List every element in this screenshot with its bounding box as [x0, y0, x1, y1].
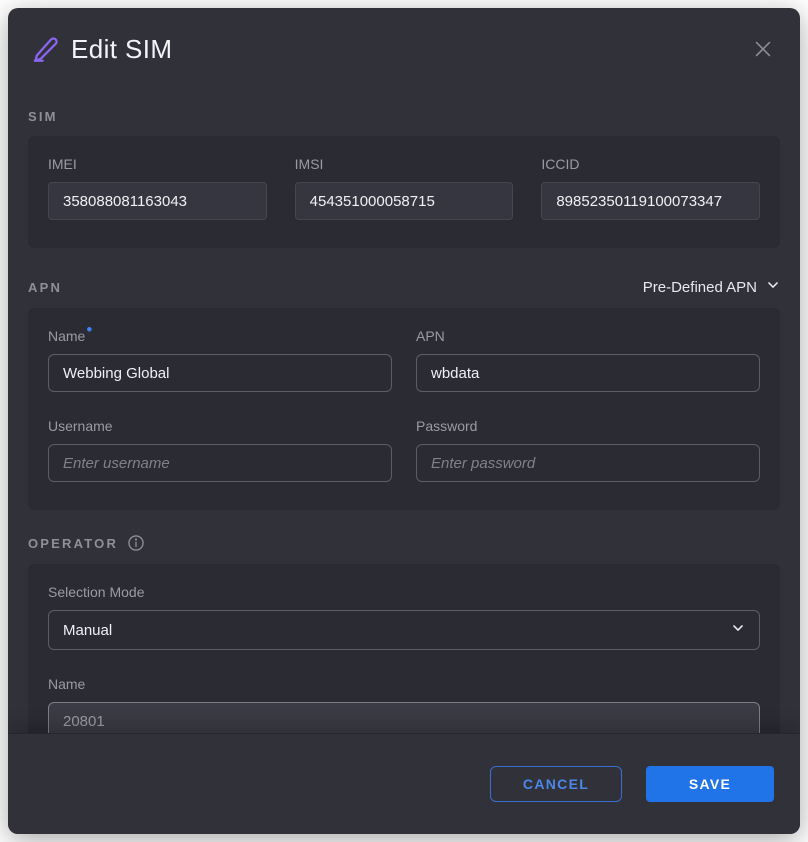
cancel-button[interactable]: CANCEL: [490, 766, 622, 802]
predefined-apn-toggle[interactable]: Pre-Defined APN: [643, 278, 780, 296]
iccid-input[interactable]: [541, 182, 760, 220]
selection-mode-select[interactable]: Manual: [48, 610, 760, 650]
imsi-field-group: IMSI: [295, 156, 514, 220]
apn-name-label: Name: [48, 328, 85, 344]
selection-mode-label: Selection Mode: [48, 584, 145, 600]
operator-name-label: Name: [48, 676, 85, 692]
imei-input[interactable]: [48, 182, 267, 220]
chevron-down-icon: [766, 278, 780, 296]
modal-content: Edit SIM SIM IMEI IMSI ICCID: [8, 8, 800, 834]
edit-sim-modal: Edit SIM SIM IMEI IMSI ICCID: [8, 8, 800, 834]
apn-section-header: APN Pre-Defined APN: [28, 278, 780, 296]
apn-name-input[interactable]: [48, 354, 392, 392]
imsi-label: IMSI: [295, 156, 324, 172]
password-field-group: Password: [416, 418, 760, 482]
close-icon: [752, 48, 774, 63]
imei-label: IMEI: [48, 156, 77, 172]
edit-pencil-icon: [32, 36, 59, 63]
modal-header: Edit SIM: [28, 8, 780, 65]
username-input[interactable]: [48, 444, 392, 482]
operator-name-field-group: Name: [48, 676, 760, 740]
iccid-field-group: ICCID: [541, 156, 760, 220]
imsi-input[interactable]: [295, 182, 514, 220]
modal-footer: CANCEL SAVE: [8, 733, 800, 834]
info-button[interactable]: [127, 534, 145, 552]
iccid-label: ICCID: [541, 156, 579, 172]
operator-section-label: OPERATOR: [28, 536, 118, 551]
modal-title: Edit SIM: [71, 34, 172, 65]
apn-apn-label: APN: [416, 328, 445, 344]
selection-mode-field-group: Selection Mode Manual: [48, 584, 760, 650]
chevron-down-icon: [731, 621, 745, 639]
username-label: Username: [48, 418, 113, 434]
sim-panel: IMEI IMSI ICCID: [28, 136, 780, 248]
imei-field-group: IMEI: [48, 156, 267, 220]
password-label: Password: [416, 418, 477, 434]
apn-apn-field-group: APN: [416, 328, 760, 392]
apn-apn-input[interactable]: [416, 354, 760, 392]
password-input[interactable]: [416, 444, 760, 482]
save-button[interactable]: SAVE: [646, 766, 774, 802]
close-button[interactable]: [748, 34, 778, 64]
apn-name-field-group: Name•: [48, 328, 392, 392]
username-field-group: Username: [48, 418, 392, 482]
apn-section-label: APN: [28, 280, 62, 295]
sim-section-label: SIM: [28, 109, 780, 124]
info-icon: [127, 540, 145, 555]
apn-panel: Name• APN Username Password: [28, 308, 780, 510]
required-marker: •: [86, 320, 92, 339]
operator-section-header: OPERATOR: [28, 534, 780, 552]
selection-mode-value: Manual: [63, 622, 112, 639]
predefined-apn-label: Pre-Defined APN: [643, 279, 757, 296]
